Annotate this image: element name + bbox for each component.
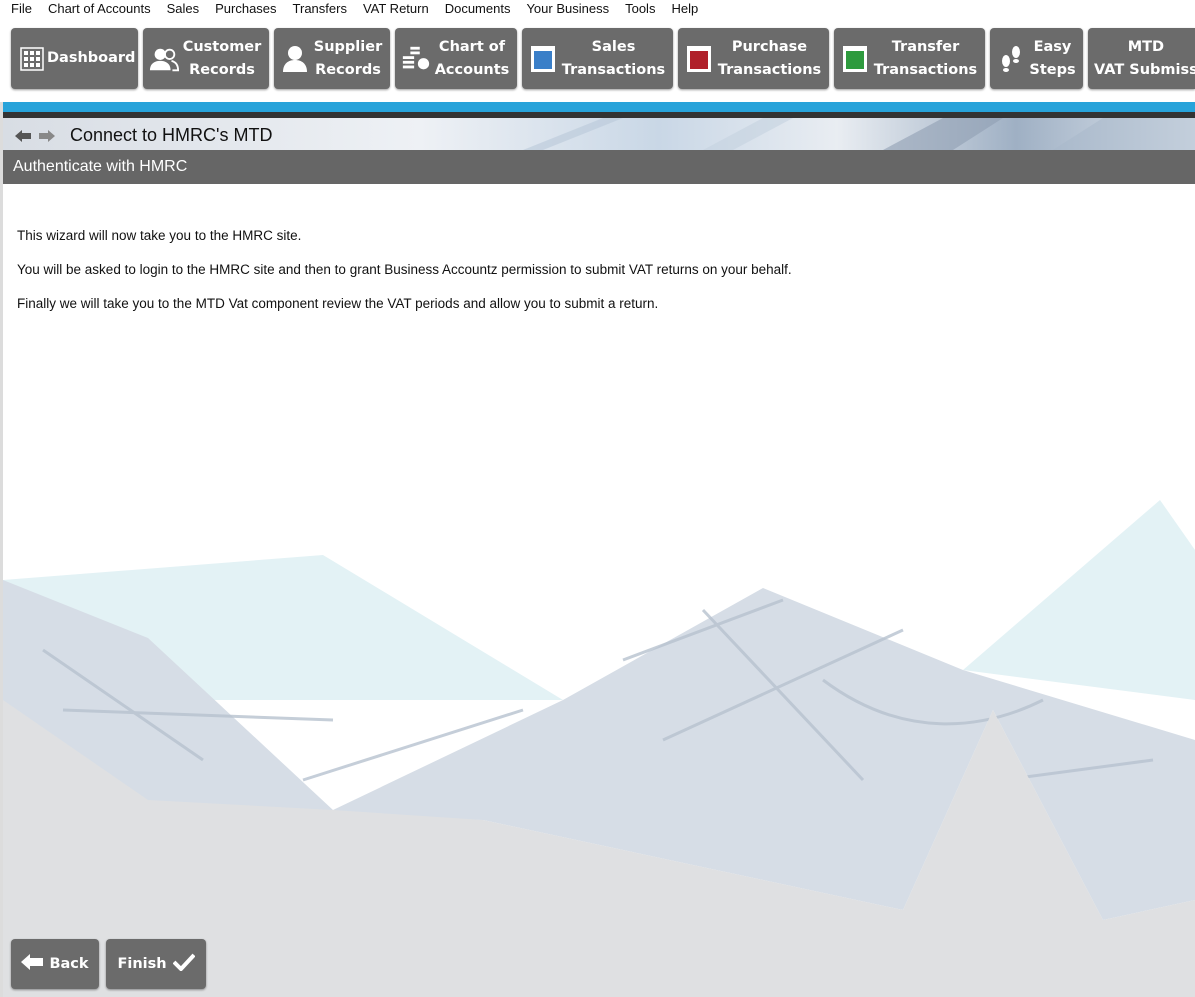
background-decoration [3, 500, 1195, 997]
purchase-line1: Purchase [731, 38, 808, 55]
chart-line1: Chart of [438, 38, 506, 55]
section-header: Authenticate with HMRC [3, 150, 1195, 184]
supplier-icon [280, 44, 310, 74]
wizard-body: This wizard will now take you to the HMR… [17, 228, 792, 330]
menu-purchases[interactable]: Purchases [206, 0, 283, 18]
menu-transfers[interactable]: Transfers [284, 0, 354, 18]
purchase-line2: Transactions [717, 61, 822, 78]
sales-line1: Sales [591, 38, 636, 55]
dashboard-button[interactable]: Dashboard [11, 28, 138, 89]
easy-steps-label: Easy Steps [1026, 36, 1083, 82]
supplier-records-button[interactable]: Supplier Records [274, 28, 390, 89]
sales-line2: Transactions [561, 61, 666, 78]
wizard-text-2: You will be asked to login to the HMRC s… [17, 262, 792, 277]
menu-chart-of-accounts[interactable]: Chart of Accounts [39, 0, 158, 18]
customers-icon [149, 44, 179, 74]
history-arrows [15, 129, 55, 147]
mtd-line1: MTD [1127, 38, 1165, 55]
section-header-label: Authenticate with HMRC [13, 158, 188, 175]
supplier-records-label: Supplier Records [310, 36, 390, 82]
menu-help[interactable]: Help [662, 0, 705, 18]
menu-documents[interactable]: Documents [436, 0, 518, 18]
finish-button[interactable]: Finish [106, 939, 206, 989]
back-arrow-icon [21, 954, 44, 974]
customer-records-button[interactable]: Customer Records [143, 28, 269, 89]
back-arrow-icon[interactable] [15, 129, 31, 147]
chart-of-accounts-label: Chart of Accounts [431, 36, 517, 82]
purchase-transactions-label: Purchase Transactions [714, 36, 829, 82]
finish-label: Finish [117, 956, 167, 972]
back-label: Back [49, 956, 89, 972]
book-red-icon [684, 44, 714, 74]
transfer-transactions-label: Transfer Transactions [870, 36, 985, 82]
transfer-transactions-button[interactable]: Transfer Transactions [834, 28, 985, 89]
dashboard-label: Dashboard [47, 50, 136, 66]
chart-line2: Accounts [434, 61, 510, 78]
mtd-line2: VAT Submiss [1094, 61, 1195, 78]
supplier-line2: Records [315, 61, 381, 78]
purchase-transactions-button[interactable]: Purchase Transactions [678, 28, 829, 89]
mtd-vat-submission-button[interactable]: MTD VAT Submiss [1088, 28, 1195, 89]
forward-arrow-icon[interactable] [39, 129, 55, 147]
sales-transactions-label: Sales Transactions [558, 36, 673, 82]
menu-file[interactable]: File [0, 0, 39, 18]
transfer-line2: Transactions [873, 61, 978, 78]
chart-of-accounts-button[interactable]: Chart of Accounts [395, 28, 517, 89]
sales-transactions-button[interactable]: Sales Transactions [522, 28, 673, 89]
customer-records-label: Customer Records [179, 36, 269, 82]
transfer-line1: Transfer [891, 38, 960, 55]
easy-steps-button[interactable]: Easy Steps [990, 28, 1083, 89]
back-button[interactable]: Back [11, 939, 99, 989]
customer-line1: Customer [182, 38, 262, 55]
checkmark-icon [172, 953, 196, 975]
page-title: Connect to HMRC's MTD [70, 125, 273, 145]
menu-tools[interactable]: Tools [616, 0, 662, 18]
mtd-label: MTD VAT Submiss [1088, 36, 1195, 82]
menu-sales[interactable]: Sales [158, 0, 207, 18]
breadcrumb: Connect to HMRC's MTD [3, 118, 1195, 150]
wizard-text-1: This wizard will now take you to the HMR… [17, 228, 302, 243]
wizard-text-3: Finally we will take you to the MTD Vat … [17, 296, 659, 311]
easy-line2: Steps [1029, 61, 1076, 78]
book-green-icon [840, 44, 870, 74]
toolbar: Dashboard Customer Records Supplier Reco… [0, 18, 1195, 102]
accent-bar [3, 102, 1195, 112]
easy-line1: Easy [1033, 38, 1072, 55]
menu-bar: File Chart of Accounts Sales Purchases T… [0, 0, 1195, 18]
footsteps-icon [996, 44, 1026, 74]
coins-icon [401, 44, 431, 74]
book-blue-icon [528, 44, 558, 74]
menu-vat-return[interactable]: VAT Return [354, 0, 436, 18]
grid-icon [17, 44, 47, 74]
customer-line2: Records [189, 61, 255, 78]
supplier-line1: Supplier [313, 38, 383, 55]
menu-your-business[interactable]: Your Business [517, 0, 616, 18]
